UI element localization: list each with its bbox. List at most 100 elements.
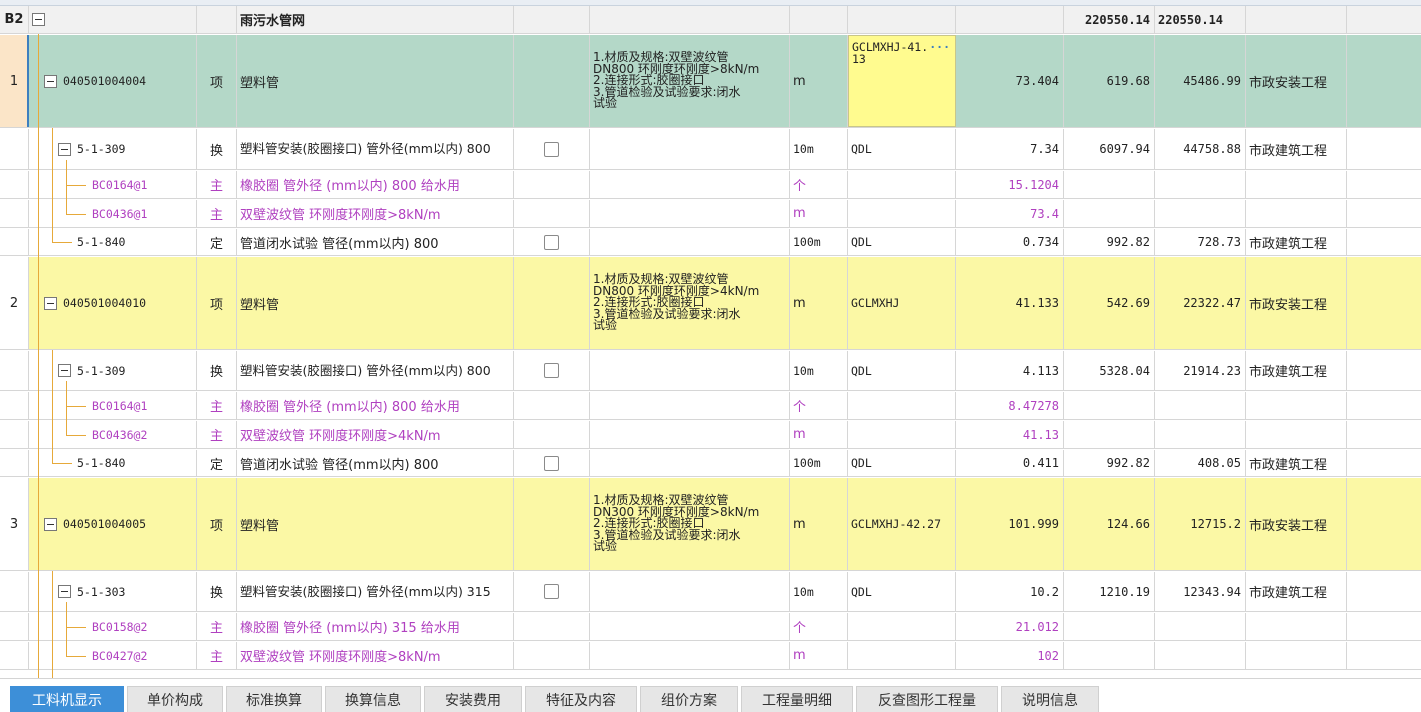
material-code-text: BC0436@1 xyxy=(92,206,148,221)
collapse-icon[interactable] xyxy=(32,13,45,26)
feat-cell xyxy=(590,421,790,448)
collapse-icon[interactable] xyxy=(58,364,71,377)
collapse-icon[interactable] xyxy=(44,517,57,531)
quota-row[interactable]: 5-1-309 换 塑料管安装(胶圈接口) 管外径(mm以内) 800 10m … xyxy=(0,351,1421,391)
row-unit: m xyxy=(790,35,848,127)
row-profession: 市政建筑工程 xyxy=(1246,351,1347,390)
row-features[interactable]: 1.材质及规格:双壁波纹管 DN800 环刚度环刚度>8kN/m 2.连接形式:… xyxy=(590,35,790,127)
quantity-expression-field[interactable]: GCLMXHJ-41.13 ··· xyxy=(848,35,956,127)
tab-description-info[interactable]: 说明信息 xyxy=(1001,686,1099,712)
quota-code-cell[interactable]: 5-1-309 xyxy=(29,129,197,169)
row-expr[interactable]: QDL xyxy=(848,351,956,390)
material-row[interactable]: BC0436@1 主 双壁波纹管 环刚度环刚度>8kN/m m 73.4 xyxy=(0,200,1421,228)
row-expr[interactable]: GCLMXHJ-42.27 xyxy=(848,478,956,570)
quota-code-text: 5-1-840 xyxy=(77,456,126,470)
bill-grid[interactable]: B2 雨污水管网 220550.14 220550.14 1 040501004… xyxy=(0,0,1421,678)
bill-code-cell[interactable]: 040501004010 xyxy=(29,257,197,349)
row-name[interactable]: 管道闭水试验 管径(mm以内) 800 xyxy=(237,450,514,476)
bill-code-cell[interactable]: 040501004005 xyxy=(29,478,197,570)
price-cell xyxy=(1064,171,1155,198)
collapse-icon[interactable] xyxy=(44,296,57,310)
bill-code-cell[interactable]: 040501004004 xyxy=(29,35,197,127)
collapse-icon[interactable] xyxy=(44,74,57,88)
row-price: 619.68 xyxy=(1064,35,1155,127)
row-checkbox[interactable] xyxy=(544,455,559,471)
row-expr[interactable]: QDL xyxy=(848,229,956,255)
bill-item-row[interactable]: 3 040501004005 项 塑料管 1.材质及规格:双壁波纹管 DN300… xyxy=(0,478,1421,571)
row-name[interactable]: 塑料管安装(胶圈接口) 管外径(mm以内) 315 xyxy=(237,572,514,611)
row-expr[interactable]: QDL xyxy=(848,129,956,169)
quota-row[interactable]: 5-1-309 换 塑料管安装(胶圈接口) 管外径(mm以内) 800 10m … xyxy=(0,129,1421,170)
tab-standard-conversion[interactable]: 标准换算 xyxy=(226,686,322,712)
row-checkbox[interactable] xyxy=(544,234,559,250)
material-code-text: BC0436@2 xyxy=(92,427,148,442)
material-row[interactable]: BC0164@1 主 橡胶圈 管外径 (mm以内) 800 给水用 个 15.1… xyxy=(0,171,1421,199)
tab-pricing-scheme[interactable]: 组价方案 xyxy=(640,686,738,712)
row-name[interactable]: 塑料管安装(胶圈接口) 管外径(mm以内) 800 xyxy=(237,129,514,169)
group-row[interactable]: B2 雨污水管网 220550.14 220550.14 xyxy=(0,6,1421,34)
row-expr[interactable]: QDL xyxy=(848,572,956,611)
row-name[interactable]: 橡胶圈 管外径 (mm以内) 800 给水用 xyxy=(237,171,514,198)
chk-cell xyxy=(514,129,590,169)
tab-features-content[interactable]: 特征及内容 xyxy=(525,686,637,712)
quota-code-cell[interactable]: 5-1-309 xyxy=(29,351,197,390)
row-expr[interactable]: GCLMXHJ xyxy=(848,257,956,349)
material-row[interactable]: BC0436@2 主 双壁波纹管 环刚度环刚度>4kN/m m 41.13 xyxy=(0,421,1421,449)
material-row[interactable]: BC0164@1 主 橡胶圈 管外径 (mm以内) 800 给水用 个 8.47… xyxy=(0,392,1421,420)
row-qty: 0.411 xyxy=(956,450,1064,476)
row-type: 定 xyxy=(197,450,237,476)
row-qty: 8.47278 xyxy=(956,392,1064,419)
row-name[interactable]: 双壁波纹管 环刚度环刚度>4kN/m xyxy=(237,421,514,448)
row-name[interactable]: 橡胶圈 管外径 (mm以内) 315 给水用 xyxy=(237,613,514,640)
tree-line xyxy=(66,602,67,656)
tab-conversion-info[interactable]: 换算信息 xyxy=(325,686,421,712)
row-name[interactable]: 双壁波纹管 环刚度环刚度>8kN/m xyxy=(237,642,514,669)
tab-installation-fee[interactable]: 安装费用 xyxy=(424,686,522,712)
row-checkbox[interactable] xyxy=(544,141,559,157)
chk-cell xyxy=(514,421,590,448)
quota-code-cell[interactable]: 5-1-303 xyxy=(29,572,197,611)
row-name[interactable]: 塑料管 xyxy=(237,257,514,349)
tree-line xyxy=(66,627,86,628)
quota-row[interactable]: 5-1-840 定 管道闭水试验 管径(mm以内) 800 100m QDL 0… xyxy=(0,229,1421,256)
more-options-icon[interactable]: ··· xyxy=(929,41,952,53)
bill-item-row[interactable]: 2 040501004010 项 塑料管 1.材质及规格:双壁波纹管 DN800… xyxy=(0,257,1421,350)
tab-reverse-graphic-quantity[interactable]: 反查图形工程量 xyxy=(856,686,998,712)
row-type: 定 xyxy=(197,229,237,255)
row-features[interactable]: 1.材质及规格:双壁波纹管 DN800 环刚度环刚度>4kN/m 2.连接形式:… xyxy=(590,257,790,349)
row-expr[interactable]: QDL xyxy=(848,450,956,476)
row-name[interactable]: 管道闭水试验 管径(mm以内) 800 xyxy=(237,229,514,255)
row-name[interactable]: 塑料管 xyxy=(237,35,514,127)
extra-cell xyxy=(1347,351,1421,390)
quota-row[interactable]: 5-1-840 定 管道闭水试验 管径(mm以内) 800 100m QDL 0… xyxy=(0,450,1421,477)
collapse-icon[interactable] xyxy=(58,142,71,156)
row-total: 12343.94 xyxy=(1155,572,1246,611)
quota-row[interactable]: 5-1-303 换 塑料管安装(胶圈接口) 管外径(mm以内) 315 10m … xyxy=(0,572,1421,612)
collapse-icon[interactable] xyxy=(58,585,71,598)
material-row[interactable]: BC0158@2 主 橡胶圈 管外径 (mm以内) 315 给水用 个 21.0… xyxy=(0,613,1421,641)
idx-cell xyxy=(0,171,29,198)
row-name[interactable]: 塑料管 xyxy=(237,478,514,570)
extra-cell xyxy=(1347,450,1421,476)
row-checkbox[interactable] xyxy=(544,363,559,378)
row-name[interactable]: 双壁波纹管 环刚度环刚度>8kN/m xyxy=(237,200,514,227)
row-qty: 7.34 xyxy=(956,129,1064,169)
idx-cell xyxy=(0,200,29,227)
feat-cell xyxy=(590,392,790,419)
tree-line xyxy=(52,242,72,243)
material-row[interactable]: BC0427@2 主 双壁波纹管 环刚度环刚度>8kN/m m 102 xyxy=(0,642,1421,670)
row-checkbox[interactable] xyxy=(544,584,559,599)
tab-material-display[interactable]: 工料机显示 xyxy=(10,686,124,712)
row-qty: 10.2 xyxy=(956,572,1064,611)
tree-line xyxy=(66,160,67,214)
bill-code: 040501004010 xyxy=(63,296,147,310)
row-name[interactable]: 橡胶圈 管外径 (mm以内) 800 给水用 xyxy=(237,392,514,419)
row-features[interactable]: 1.材质及规格:双壁波纹管 DN300 环刚度环刚度>8kN/m 2.连接形式:… xyxy=(590,478,790,570)
idx-cell xyxy=(0,351,29,390)
group-total-1: 220550.14 xyxy=(1064,6,1155,33)
quota-code-text: 5-1-840 xyxy=(77,235,126,249)
tab-unit-price-composition[interactable]: 单价构成 xyxy=(127,686,223,712)
row-name[interactable]: 塑料管安装(胶圈接口) 管外径(mm以内) 800 xyxy=(237,351,514,390)
bill-item-row[interactable]: 1 040501004004 项 塑料管 1.材质及规格:双壁波纹管 DN800… xyxy=(0,35,1421,128)
tab-quantity-details[interactable]: 工程量明细 xyxy=(741,686,853,712)
